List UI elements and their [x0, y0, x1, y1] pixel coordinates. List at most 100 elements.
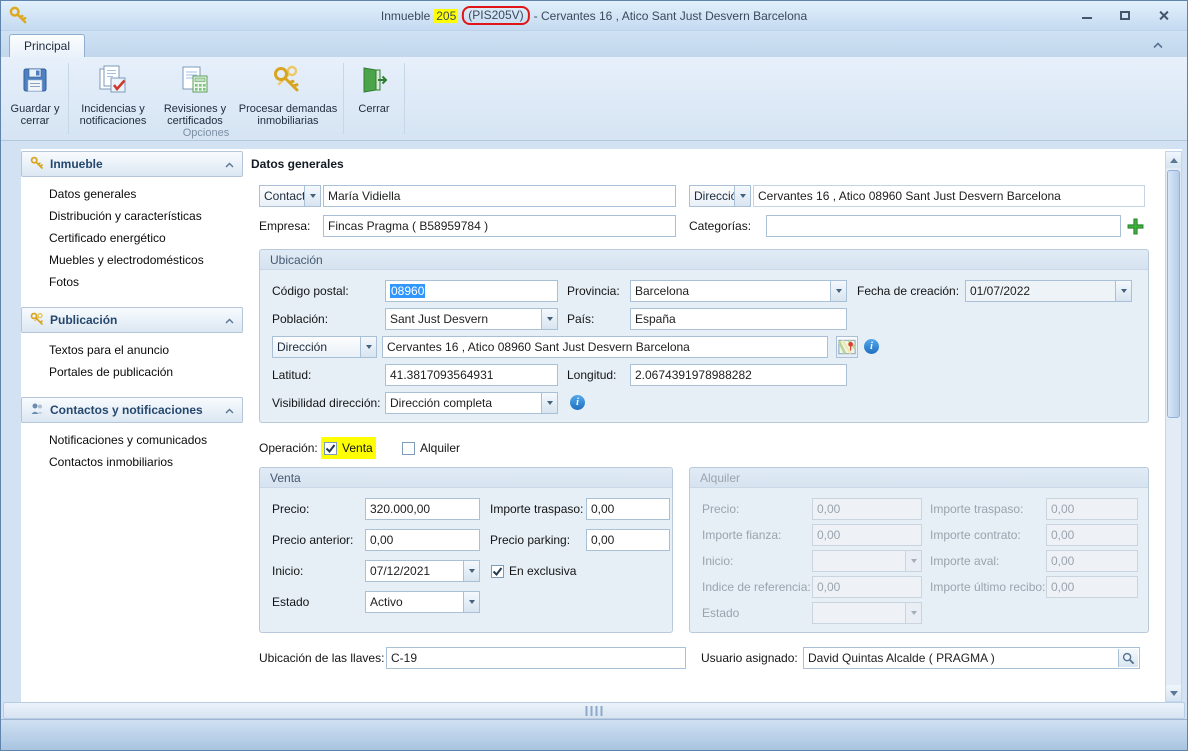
ribbon-group-close: Cerrar [347, 59, 401, 140]
ubicacion-llaves-field[interactable]: C-19 [386, 647, 686, 669]
close-button[interactable] [1151, 7, 1175, 25]
alquiler-inicio-label: Inicio: [702, 550, 733, 572]
info-icon[interactable]: i [570, 395, 585, 410]
direccion-ubicacion-selector[interactable]: Dirección [272, 336, 377, 358]
cerrar-button[interactable]: Cerrar [347, 59, 401, 125]
sidebar-item-notificaciones[interactable]: Notificaciones y comunicados [21, 429, 243, 451]
clipboard-check-icon [97, 64, 129, 99]
incidencias-y-notificaciones-button[interactable]: Incidencias y notificaciones [72, 59, 154, 127]
pais-field[interactable]: España [630, 308, 847, 330]
ribbon-collapse-button[interactable] [1147, 37, 1169, 53]
ribbon-button-label: Procesar demandas inmobiliarias [236, 103, 340, 127]
sidebar-item-distribucion[interactable]: Distribución y características [21, 205, 243, 227]
main-panel: Datos generales Contacto María Vidiella … [243, 149, 1165, 702]
venta-estado-value: Activo [366, 592, 463, 612]
alquiler-importe-traspaso-label: Importe traspaso: [930, 498, 1023, 520]
provincia-dropdown[interactable]: Barcelona [630, 280, 847, 302]
latitud-field[interactable]: 41.3817093564931 [385, 364, 558, 386]
venta-estado-dropdown[interactable]: Activo [365, 591, 480, 613]
fecha-creacion-datepicker[interactable]: 01/07/2022 [965, 280, 1132, 302]
longitud-field[interactable]: 2.0674391978988282 [630, 364, 847, 386]
horizontal-scrollbar[interactable] [3, 702, 1185, 719]
sidebar-item-fotos[interactable]: Fotos [21, 271, 243, 293]
plus-icon [1127, 218, 1144, 235]
chevron-down-icon [905, 551, 921, 571]
sidebar-section-inmueble[interactable]: Inmueble [21, 151, 243, 177]
direccion-ubicacion-field[interactable]: Cervantes 16 , Atico 08960 Sant Just Des… [382, 336, 828, 358]
sidebar-item-contactos-inmobiliarios[interactable]: Contactos inmobiliarios [21, 451, 243, 473]
maximize-button[interactable] [1113, 7, 1137, 25]
vertical-scrollbar[interactable] [1165, 151, 1182, 702]
codigo-postal-field[interactable]: 08960 [385, 280, 558, 302]
sidebar-section-publicacion[interactable]: Publicación [21, 307, 243, 333]
sidebar-item-datos-generales[interactable]: Datos generales [21, 183, 243, 205]
guardar-y-cerrar-button[interactable]: Guardar y cerrar [5, 59, 65, 127]
ribbon-button-label: Guardar y cerrar [5, 103, 65, 127]
visibilidad-direccion-label: Visibilidad dirección: [272, 392, 381, 414]
vertical-scrollbar-thumb[interactable] [1167, 170, 1180, 418]
contacto-selector[interactable]: Contacto [259, 185, 321, 207]
sidebar-section-contactos[interactable]: Contactos y notificaciones [21, 397, 243, 423]
sidebar-item-portales[interactable]: Portales de publicación [21, 361, 243, 383]
venta-precio-field[interactable]: 320.000,00 [365, 498, 480, 520]
chevron-down-icon [463, 561, 479, 581]
minimize-icon [1082, 17, 1092, 19]
direccion-header-field[interactable]: Cervantes 16 , Atico 08960 Sant Just Des… [753, 185, 1145, 207]
contacto-field[interactable]: María Vidiella [323, 185, 676, 207]
sidebar-item-textos-anuncio[interactable]: Textos para el anuncio [21, 339, 243, 361]
window-controls [1075, 7, 1175, 25]
revisiones-y-certificados-button[interactable]: Revisiones y certificados [154, 59, 236, 127]
usuario-asignado-value: David Quintas Alcalde ( PRAGMA ) [808, 651, 995, 665]
sidebar-item-muebles[interactable]: Muebles y electrodomésticos [21, 249, 243, 271]
alquiler-checkbox[interactable]: Alquiler [399, 437, 463, 459]
add-categoria-button[interactable] [1125, 215, 1145, 237]
poblacion-dropdown[interactable]: Sant Just Desvern [385, 308, 558, 330]
ribbon-separator [404, 63, 405, 134]
sidebar-item-certificado[interactable]: Certificado energético [21, 227, 243, 249]
venta-inicio-value: 07/12/2021 [366, 561, 463, 581]
venta-precio-anterior-field[interactable]: 0,00 [365, 529, 480, 551]
ribbon-button-label: Revisiones y certificados [154, 103, 236, 127]
direccion-selector[interactable]: Dirección [689, 185, 751, 207]
venta-inicio-datepicker[interactable]: 07/12/2021 [365, 560, 480, 582]
chevron-down-icon [734, 186, 750, 206]
info-icon[interactable]: i [864, 339, 879, 354]
venta-precio-parking-field[interactable]: 0,00 [586, 529, 670, 551]
open-map-button[interactable] [836, 336, 858, 358]
page-title: Datos generales [251, 157, 1165, 171]
alquiler-importe-aval-field: 0,00 [1046, 550, 1138, 572]
venta-importe-traspaso-field[interactable]: 0,00 [586, 498, 670, 520]
pais-label: País: [567, 308, 594, 330]
direccion-selector-label: Dirección [690, 186, 734, 206]
tab-principal[interactable]: Principal [9, 34, 85, 57]
visibilidad-direccion-dropdown[interactable]: Dirección completa [385, 392, 558, 414]
splitter-grip-icon[interactable] [586, 706, 603, 716]
venta-estado-label: Estado [272, 591, 309, 613]
empresa-field[interactable]: Fincas Pragma ( B58959784 ) [323, 215, 676, 237]
scroll-up-button[interactable] [1166, 152, 1181, 168]
ribbon: Guardar y cerrar Incidencias y notificac… [1, 57, 1187, 141]
contacto-selector-label: Contacto [260, 186, 304, 206]
venta-inicio-label: Inicio: [272, 560, 303, 582]
minimize-button[interactable] [1075, 7, 1099, 25]
alquiler-importe-aval-label: Importe aval: [930, 550, 999, 572]
scroll-down-button[interactable] [1166, 685, 1181, 701]
en-exclusiva-checkbox[interactable]: En exclusiva [488, 560, 579, 582]
usuario-asignado-field[interactable]: David Quintas Alcalde ( PRAGMA ) [803, 647, 1140, 669]
triangle-up-icon [1170, 158, 1178, 163]
chevron-down-icon [1115, 281, 1131, 301]
categorias-field[interactable] [766, 215, 1121, 237]
alquiler-inicio-value [813, 551, 905, 571]
venta-checkbox[interactable]: Venta [321, 437, 376, 459]
map-icon [838, 339, 856, 355]
venta-precio-anterior-label: Precio anterior: [272, 529, 353, 551]
save-icon [19, 64, 51, 99]
usuario-lookup-button[interactable] [1118, 649, 1138, 667]
alquiler-precio-field: 0,00 [812, 498, 922, 520]
en-exclusiva-label: En exclusiva [509, 560, 576, 582]
procesar-demandas-inmobiliarias-button[interactable]: Procesar demandas inmobiliarias [236, 59, 340, 127]
ribbon-separator [68, 63, 69, 134]
categorias-label: Categorías: [689, 215, 751, 237]
venta-group-title: Venta [260, 468, 672, 488]
usuario-asignado-label: Usuario asignado: [701, 647, 798, 669]
